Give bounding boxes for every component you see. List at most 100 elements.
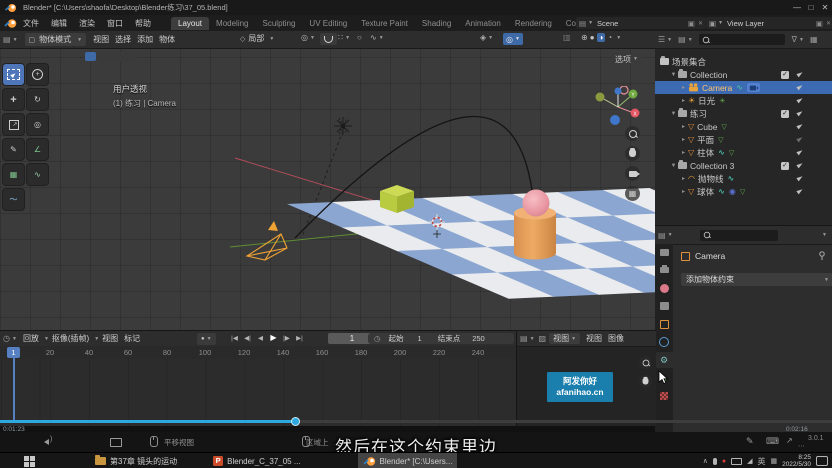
timeline-menu-keying[interactable]: 抠像(插帧) — [49, 333, 92, 344]
shading-dropdown-icon[interactable]: ▼ — [616, 35, 621, 41]
collection-checkbox[interactable]: ✓ — [781, 162, 789, 170]
outliner-editor-type-button[interactable]: ☰▼ — [655, 35, 675, 44]
tool-transform[interactable]: ◎ — [27, 114, 48, 135]
proportional-edit-toggle[interactable]: ○ — [357, 33, 362, 42]
timeline-menu-marker[interactable]: 标记 — [121, 333, 143, 344]
tab-texture[interactable] — [655, 388, 673, 404]
timeline-tracks[interactable] — [0, 359, 516, 426]
mode-dropdown[interactable]: ▢ 物体模式 ▼ — [25, 33, 87, 46]
tab-scene[interactable] — [655, 298, 673, 314]
timeline-menu-playback[interactable]: 回放 — [20, 333, 42, 344]
outliner-row-sphere[interactable]: ▸ ▽ 球体 ∿ ◉ ▽ — [655, 185, 832, 198]
image-mode-dropdown[interactable]: 视图▼ — [549, 333, 580, 344]
tab-world[interactable] — [655, 280, 673, 296]
outliner-row-cylinder[interactable]: ▸ ▽ 柱体 ∿ ▽ — [655, 146, 832, 159]
outliner-row-collection[interactable]: ▼ Collection ✓ — [655, 68, 832, 81]
selectable-icon[interactable] — [796, 149, 803, 156]
playhead[interactable]: 1 — [7, 347, 20, 358]
selectable-icon[interactable] — [796, 123, 803, 130]
tab-object[interactable] — [655, 316, 673, 332]
new-view-layer-icon[interactable]: ▣ — [816, 19, 823, 28]
shading-solid-icon[interactable]: ● — [590, 33, 595, 42]
jump-start-button[interactable]: |◀ — [228, 334, 241, 342]
ime-indicator[interactable]: 英 — [757, 456, 765, 467]
viewport-menu-view[interactable]: 视图 — [90, 34, 112, 45]
timeline-editor-type-button[interactable]: ◷▼ — [0, 334, 20, 343]
xray-toggle[interactable]: ▥ — [563, 33, 571, 42]
prev-keyframe-button[interactable]: ◀| — [241, 334, 254, 342]
tab-physics[interactable] — [655, 334, 673, 350]
viewport-menu-add[interactable]: 添加 — [134, 34, 156, 45]
properties-editor-type-button[interactable]: ▤▼ — [655, 231, 676, 240]
selectable-icon[interactable] — [796, 97, 803, 104]
tab-constraints[interactable]: ⚙ — [655, 352, 673, 368]
outliner-row-scene-collection[interactable]: 场景集合 — [655, 55, 832, 68]
gizmo-dropdown[interactable]: ◈▼ — [480, 33, 493, 42]
selectable-icon[interactable] — [796, 71, 803, 78]
outliner-row-cube[interactable]: ▸ ▽ Cube ▽ — [655, 120, 832, 133]
select-mode-extend[interactable] — [98, 52, 109, 61]
pan-button[interactable] — [625, 146, 640, 161]
selectable-icon[interactable] — [796, 175, 803, 182]
notification-icon[interactable] — [816, 456, 828, 466]
scene-selector[interactable]: ▤▼ Scene ▣ ✕ — [576, 17, 706, 29]
shading-wireframe-icon[interactable]: ⊕ — [581, 33, 588, 42]
viewport-menu-select[interactable]: 选择 — [112, 34, 134, 45]
tool-add-cube[interactable]: ▦ — [3, 164, 24, 185]
outliner-search-input[interactable] — [699, 34, 785, 45]
tray-expand-icon[interactable]: ∧ — [703, 457, 708, 465]
tool-cursor[interactable]: + — [27, 64, 48, 85]
proportional-falloff-dropdown[interactable]: ∿▼ — [370, 33, 384, 42]
outliner-display-mode-button[interactable]: ▤▼ — [675, 35, 696, 44]
selectable-icon[interactable] — [796, 188, 803, 195]
collapse-icon[interactable]: ▼ — [669, 163, 678, 169]
viewport-3d-scene[interactable] — [0, 31, 655, 330]
new-scene-icon[interactable]: ▣ — [688, 19, 695, 28]
video-seekbar-handle[interactable] — [291, 417, 300, 426]
menu-file[interactable]: 文件 — [17, 18, 45, 29]
auto-keying-button[interactable]: ●▼ — [197, 333, 216, 345]
pin-icon[interactable] — [818, 251, 826, 261]
unlink-scene-icon[interactable]: ✕ — [698, 20, 703, 27]
overlays-dropdown[interactable]: ◎▼ — [503, 33, 523, 45]
orientation-dropdown[interactable]: ◇ 局部 ▼ — [240, 33, 274, 44]
selectable-icon[interactable] — [796, 110, 803, 117]
tab-output[interactable] — [655, 262, 673, 278]
shading-rendered-icon[interactable]: ◔ — [607, 33, 612, 42]
navigation-gizmo[interactable]: Y X — [586, 86, 650, 128]
zoom-button[interactable] — [625, 126, 640, 141]
expand-icon[interactable]: ▸ — [679, 97, 688, 104]
collapse-icon[interactable]: ▼ — [669, 72, 678, 78]
image-zoom-button[interactable] — [639, 356, 652, 369]
outliner-row-collection3[interactable]: ▼ Collection 3 ✓ — [655, 159, 832, 172]
tool-scale[interactable]: ↗ — [3, 114, 24, 135]
start-value[interactable]: 1 — [418, 334, 422, 343]
expand-icon[interactable]: ▸ — [679, 84, 688, 91]
expand-icon[interactable]: ▸ — [679, 188, 688, 195]
outliner-row-collection-lianxi[interactable]: ▼ 练习 ✓ — [655, 107, 832, 120]
editor-type-button[interactable]: ▤▼ — [0, 35, 21, 44]
select-mode-invert[interactable] — [124, 52, 135, 61]
menu-render[interactable]: 渲染 — [73, 18, 101, 29]
taskbar-item-powerpoint[interactable]: P Blender_C_37_05 ... — [208, 453, 305, 468]
viewport-menu-object[interactable]: 物体 — [156, 34, 178, 45]
blender-app-menu-icon[interactable] — [4, 18, 17, 29]
camera-view-button[interactable] — [625, 166, 640, 181]
properties-options-dropdown[interactable]: ▼ — [822, 232, 827, 238]
taskbar-item-blender[interactable]: Blender* [C:\Users... — [358, 453, 458, 468]
expand-icon[interactable]: ▸ — [679, 149, 688, 156]
collapse-icon[interactable]: ▼ — [669, 111, 678, 117]
snap-toggle[interactable] — [320, 33, 337, 45]
timeline-menu-view[interactable]: 视图 — [99, 333, 121, 344]
workspace-tab-sculpting[interactable]: Sculpting — [256, 17, 303, 30]
remove-view-layer-icon[interactable]: ✕ — [826, 20, 831, 27]
jump-end-button[interactable]: ▶| — [293, 334, 306, 342]
tool-measure[interactable]: ∠ — [27, 139, 48, 160]
selectable-icon[interactable] — [796, 162, 803, 169]
tool-annotate[interactable]: ✎ — [3, 139, 24, 160]
ortho-toggle-button[interactable]: ▦ — [625, 186, 640, 201]
maximize-button[interactable]: □ — [804, 3, 818, 12]
outliner-row-camera[interactable]: ▸ Camera ∿ — [655, 81, 832, 94]
expand-icon[interactable]: ▸ — [679, 175, 688, 182]
viewport-3d[interactable]: ▤▼ ▢ 物体模式 ▼ 视图 选择 添加 物体 ◇ 局部 ▼ ◎▼ ∷▼ ○ ∿… — [0, 31, 656, 330]
